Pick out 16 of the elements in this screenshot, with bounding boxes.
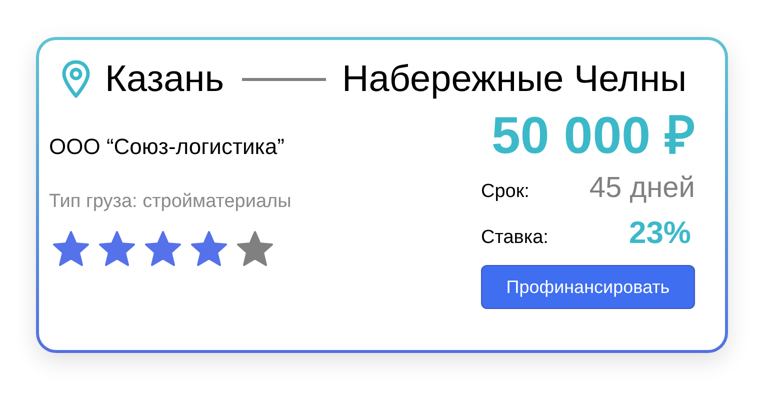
rate-value: 23% <box>628 215 691 251</box>
star-icon <box>52 230 90 268</box>
term-value: 45 дней <box>589 172 695 205</box>
term-label: Срок: <box>481 181 530 203</box>
star-icon <box>236 230 274 268</box>
price: 50 000 ₽ <box>490 106 695 166</box>
cargo-type: Тип груза: стройматериалы <box>49 191 292 213</box>
rate-label: Ставка: <box>481 227 548 249</box>
star-icon <box>144 230 182 268</box>
destination-city: Набережные Челны <box>342 58 687 100</box>
origin-city: Казань <box>105 58 224 100</box>
star-icon <box>98 230 136 268</box>
company-name: ООО “Союз-логистика” <box>49 134 284 160</box>
finance-button[interactable]: Профинансировать <box>481 265 695 309</box>
location-pin-icon <box>61 59 91 99</box>
star-icon <box>190 230 228 268</box>
